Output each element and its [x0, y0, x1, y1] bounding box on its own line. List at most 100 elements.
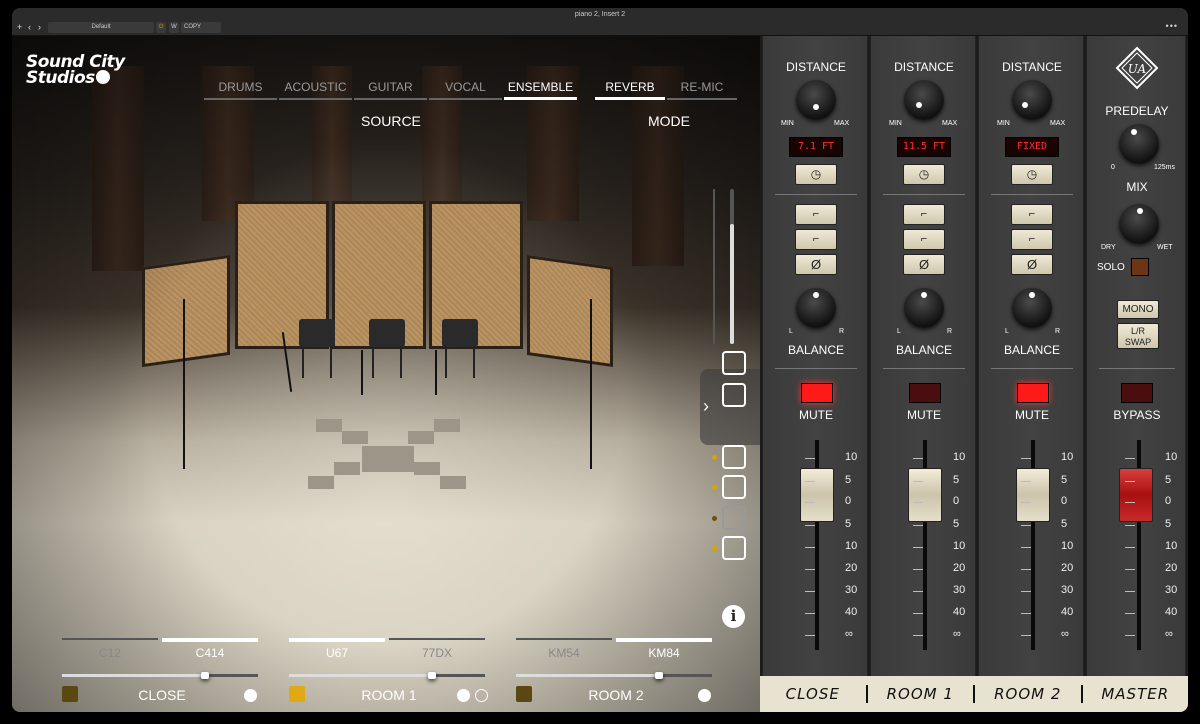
high-cut-icon[interactable]: ⌐: [795, 229, 837, 250]
master-fader-cap[interactable]: [1119, 468, 1153, 522]
distance-knob[interactable]: [796, 80, 836, 120]
mono-button[interactable]: MONO: [1117, 300, 1159, 319]
add-icon[interactable]: +: [17, 22, 22, 33]
slider-handle[interactable]: [428, 672, 437, 679]
mute-button[interactable]: [909, 383, 941, 403]
stereo-pair-icon[interactable]: [457, 689, 470, 702]
scale-tick: [1125, 547, 1135, 548]
tab-acoustic[interactable]: ACOUSTIC: [279, 80, 352, 100]
mic-option-c12[interactable]: C12: [62, 638, 158, 660]
fader-scale-label: 5: [1061, 518, 1068, 530]
mute-label: MUTE: [799, 408, 833, 422]
scale-tick: [805, 458, 815, 459]
scale-tick: [1021, 613, 1031, 614]
w-button[interactable]: W: [169, 22, 179, 33]
power-icon[interactable]: ⏻: [156, 22, 166, 33]
slider-handle[interactable]: [655, 672, 664, 679]
distance-knob[interactable]: [904, 80, 944, 120]
more-icon[interactable]: •••: [1166, 21, 1178, 31]
view-scrollbar-thumb[interactable]: [730, 224, 734, 344]
room1-level-slider[interactable]: [289, 672, 485, 679]
mix-wet-label: WET: [1157, 244, 1173, 251]
scale-tick: [805, 547, 815, 548]
predelay-knob[interactable]: [1119, 124, 1159, 164]
fader-scale-label: 10: [845, 540, 858, 552]
clock-icon[interactable]: ◷: [903, 164, 945, 185]
tab-vocal[interactable]: VOCAL: [429, 80, 502, 100]
reverb-tail-icon[interactable]: [722, 536, 746, 560]
tab-re-mic[interactable]: RE-MIC: [667, 80, 737, 100]
low-cut-icon[interactable]: ⌐: [903, 204, 945, 225]
room2-level-slider[interactable]: [516, 672, 712, 679]
clock-icon[interactable]: ◷: [795, 164, 837, 185]
back-icon[interactable]: ‹: [28, 22, 31, 33]
scale-tick: [913, 458, 923, 459]
distance-knob[interactable]: [1012, 80, 1052, 120]
clock-icon[interactable]: ◷: [1011, 164, 1053, 185]
copy-button[interactable]: COPY: [181, 22, 221, 33]
balance-knob[interactable]: [1012, 288, 1052, 328]
fader-scale-label: 0: [1061, 495, 1068, 507]
scale-tick: [1021, 458, 1031, 459]
scale-tick: [1125, 481, 1135, 482]
stereo-icon[interactable]: [698, 689, 711, 702]
distance-max-label: MAX: [1050, 120, 1066, 127]
fader-scale-label: 5: [1165, 518, 1172, 530]
fader-cap[interactable]: [908, 468, 942, 522]
mute-button[interactable]: [1017, 383, 1049, 403]
solo-toggle[interactable]: [1131, 258, 1149, 276]
fader-scale-label: 40: [845, 606, 858, 618]
low-cut-icon[interactable]: ⌐: [795, 204, 837, 225]
balance-knob[interactable]: [904, 288, 944, 328]
envelope-icon[interactable]: [722, 506, 746, 530]
mic-option-km84[interactable]: KM84: [616, 638, 712, 660]
mic-option-km54[interactable]: KM54: [516, 638, 612, 660]
phase-invert-icon[interactable]: Ø: [1011, 254, 1053, 275]
window-title: piano 2, Insert 2: [574, 11, 626, 18]
mute-label: MUTE: [907, 408, 941, 422]
scale-tick: [1021, 481, 1031, 482]
lr-swap-button[interactable]: L/R SWAP: [1117, 323, 1159, 349]
high-cut-icon[interactable]: ⌐: [1011, 229, 1053, 250]
fader-cap[interactable]: [1016, 468, 1050, 522]
mic-option-c414[interactable]: C414: [162, 638, 258, 660]
bypass-button[interactable]: [1121, 383, 1153, 403]
mix-knob[interactable]: [1119, 204, 1159, 244]
mic-option-u67[interactable]: U67: [289, 638, 385, 660]
fader-scale-label: ∞: [1165, 628, 1173, 640]
high-cut-icon[interactable]: ⌐: [903, 229, 945, 250]
footer-room1: ROOM 1: [886, 685, 954, 703]
balance-knob[interactable]: [796, 288, 836, 328]
stereo-pair-icon[interactable]: [475, 689, 488, 702]
keyboard-icon[interactable]: [722, 445, 746, 469]
close-level-slider[interactable]: [62, 672, 258, 679]
low-cut-icon[interactable]: ⌐: [1011, 204, 1053, 225]
view-scrollbar[interactable]: [730, 189, 734, 344]
info-icon[interactable]: i: [722, 605, 745, 628]
balance-r-label: R: [947, 328, 953, 335]
fader-scale-label: 10: [845, 451, 858, 463]
scale-tick: [913, 635, 923, 636]
tab-guitar[interactable]: GUITAR: [354, 80, 427, 100]
preset-selector[interactable]: Default: [48, 22, 154, 33]
slider-handle[interactable]: [201, 672, 210, 679]
eq-curve-icon[interactable]: [722, 475, 746, 499]
grid-view-icon[interactable]: [722, 383, 746, 407]
scale-tick: [805, 635, 815, 636]
tab-drums[interactable]: DRUMS: [204, 80, 277, 100]
chevron-right-icon[interactable]: ›: [703, 396, 709, 417]
mixer-view-icon[interactable]: [722, 351, 746, 375]
fader-scale-label: ∞: [1061, 628, 1069, 640]
tab-reverb[interactable]: REVERB: [595, 80, 665, 100]
stereo-icon[interactable]: [244, 689, 257, 702]
phase-invert-icon[interactable]: Ø: [903, 254, 945, 275]
tab-ensemble[interactable]: ENSEMBLE: [504, 80, 577, 100]
balance-l-label: L: [897, 328, 901, 335]
height-slider-track[interactable]: [713, 189, 715, 344]
forward-icon[interactable]: ›: [38, 22, 41, 33]
scale-tick: [913, 502, 923, 503]
mute-button[interactable]: [801, 383, 833, 403]
mic-option-77dx[interactable]: 77DX: [389, 638, 485, 660]
fader-cap[interactable]: [800, 468, 834, 522]
phase-invert-icon[interactable]: Ø: [795, 254, 837, 275]
